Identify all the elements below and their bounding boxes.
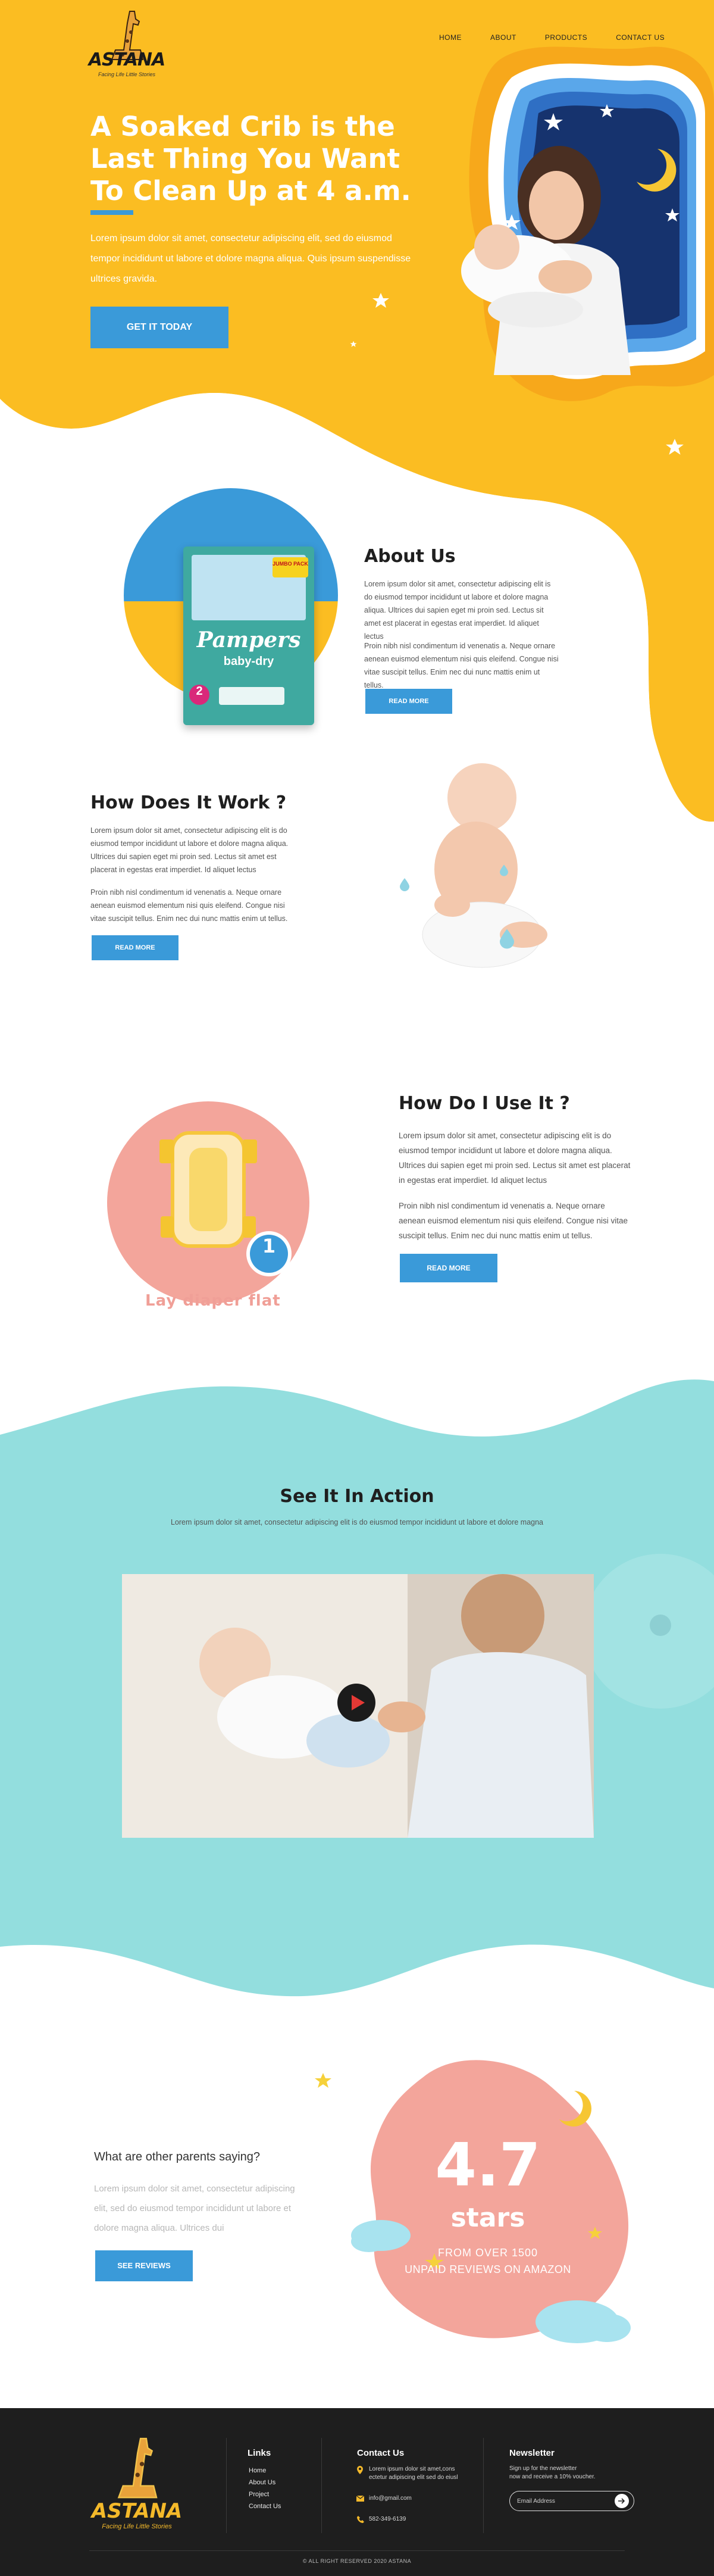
star-icon (372, 293, 389, 308)
about-paragraph-1: Lorem ipsum dolor sit amet, consectetur … (364, 580, 551, 641)
newsletter-form (509, 2491, 634, 2511)
footer-links-title: Links (248, 2448, 271, 2458)
brand-tagline: Facing Life Little Stories (98, 71, 156, 77)
reviews-question: What are other parents saying? (94, 2150, 261, 2163)
brand-name: ASTANA (88, 49, 166, 70)
brand-logo[interactable]: ASTANA Facing Life Little Stories (88, 8, 165, 79)
location-icon (357, 2466, 363, 2474)
how-work-paragraph-1: Lorem ipsum dolor sit amet, consectetur … (90, 826, 289, 874)
rating-from: FROM OVER 1500 (437, 2247, 538, 2259)
footer-link-about[interactable]: About Us (249, 2479, 275, 2486)
mail-icon (356, 2496, 364, 2502)
nav-contact[interactable]: CONTACT US (616, 33, 665, 42)
footer-newsletter-line-1: Sign up for the newsletter (509, 2465, 577, 2472)
rating-unit: stars (450, 2203, 525, 2233)
how-use-paragraph-1: Lorem ipsum dolor sit amet, consectetur … (399, 1131, 631, 1185)
get-it-today-button[interactable]: GET IT TODAY (90, 307, 228, 348)
how-work-title: How Does It Work ? (90, 792, 287, 813)
how-use-read-more-button[interactable]: READ MORE (400, 1254, 497, 1282)
newsletter-submit-button[interactable] (615, 2494, 629, 2508)
giraffe-icon (117, 2437, 158, 2499)
about-title: About Us (364, 546, 456, 567)
footer-copyright: © ALL RIGHT RESERVED 2020 ASTANA (302, 2558, 412, 2564)
rating-source: UNPAID REVIEWS ON AMAZON (405, 2263, 571, 2275)
package-line: baby-dry (223, 655, 274, 668)
package-size-badge: 2 (189, 685, 209, 705)
footer-logo[interactable]: ASTANA Facing Life Little Stories (89, 2435, 184, 2530)
nav-home[interactable]: HOME (439, 33, 462, 42)
diaper-step-circle (107, 1101, 309, 1304)
action-subtitle: Lorem ipsum dolor sit amet, consectetur … (170, 1518, 544, 1526)
footer-link-project[interactable]: Project (249, 2491, 269, 2498)
footer-phone[interactable]: 582-349-6139 (369, 2515, 406, 2524)
water-drop-icon (500, 864, 508, 876)
star-icon (666, 439, 684, 455)
newsletter-email-input[interactable] (517, 2496, 606, 2506)
jumbo-pack-badge: JUMBO PACK (273, 557, 308, 577)
about-read-more-button[interactable]: READ MORE (365, 689, 452, 714)
star-icon (315, 2073, 331, 2088)
hero-title: A Soaked Crib is the Last Thing You Want… (90, 111, 411, 207)
star-icon (350, 341, 357, 347)
footer-divider (483, 2438, 484, 2533)
hero-description: Lorem ipsum dolor sit amet, consectetur … (90, 233, 411, 284)
about-paragraph-2: Proin nibh nisl condimentum id venenatis… (364, 642, 559, 689)
footer-divider (321, 2438, 322, 2533)
mother-baby-photo (461, 146, 631, 375)
play-icon (352, 1695, 365, 1710)
footer-address-2: ectetur adipiscing elit sed do eiusl (369, 2474, 458, 2481)
step-number-badge: 1 (250, 1235, 288, 1273)
phone-icon (357, 2516, 364, 2523)
see-reviews-button[interactable]: SEE REVIEWS (95, 2250, 193, 2281)
how-use-paragraph-2: Proin nibh nisl condimentum id venenatis… (399, 1201, 628, 1240)
action-title: See It In Action (280, 1486, 434, 1507)
package-brand: Pampers (196, 627, 301, 652)
baby-diaper-photo (422, 763, 547, 968)
footer-link-contact[interactable]: Contact Us (249, 2503, 281, 2510)
footer-brand-name: ASTANA (91, 2499, 183, 2523)
hero-accent-bar (90, 210, 133, 215)
play-button[interactable] (337, 1684, 375, 1722)
nav-about[interactable]: ABOUT (490, 33, 516, 42)
package-diaper-image (219, 687, 284, 705)
how-use-title: How Do I Use It ? (399, 1093, 570, 1114)
footer-newsletter-title: Newsletter (509, 2448, 555, 2458)
step-label: Lay diaper flat (145, 1292, 281, 1310)
footer-divider (226, 2438, 227, 2533)
how-work-paragraph-2: Proin nibh nisl condimentum id venenatis… (90, 888, 288, 923)
pampers-package: JUMBO PACK Pampers baby-dry 2 (183, 547, 314, 725)
footer-address-1: Lorem ipsum dolor sit amet,cons (369, 2466, 455, 2472)
footer-email[interactable]: info@gmail.com (369, 2494, 412, 2503)
main-nav: HOME ABOUT PRODUCTS CONTACT US (439, 33, 693, 42)
water-drop-icon (400, 878, 409, 891)
reviews-text: Lorem ipsum dolor sit amet, consectetur … (94, 2184, 295, 2233)
nav-products[interactable]: PRODUCTS (545, 33, 587, 42)
rating-value: 4.7 (435, 2130, 541, 2200)
footer-contact-title: Contact Us (357, 2448, 405, 2458)
footer-link-home[interactable]: Home (249, 2467, 266, 2474)
footer-newsletter-line-2: now and receive a 10% voucher. (509, 2474, 596, 2480)
water-drop-icon (500, 929, 514, 949)
action-video[interactable] (122, 1574, 594, 1838)
footer-bottom-divider (89, 2550, 625, 2551)
footer-tagline: Facing Life Little Stories (102, 2523, 172, 2530)
how-work-read-more-button[interactable]: READ MORE (92, 935, 178, 960)
arrow-right-icon (618, 2498, 625, 2504)
